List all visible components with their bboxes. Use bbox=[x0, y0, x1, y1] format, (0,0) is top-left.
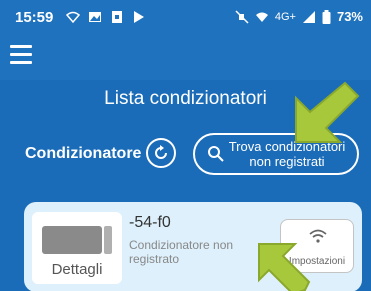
device-card[interactable]: Dettagli -54-f0 Condizionatore non regis… bbox=[24, 202, 362, 291]
mute-icon bbox=[235, 9, 249, 24]
device-list: Dettagli -54-f0 Condizionatore non regis… bbox=[0, 190, 371, 291]
status-bar: 15:59 4G+ 73% bbox=[0, 0, 371, 36]
app-bar bbox=[0, 36, 371, 80]
refresh-icon bbox=[155, 145, 167, 159]
refresh-button[interactable] bbox=[146, 138, 176, 168]
air-conditioner-side bbox=[104, 226, 112, 254]
status-time: 15:59 bbox=[15, 9, 54, 26]
device-status: Condizionatore non registrato bbox=[129, 238, 234, 266]
status-notification-icons bbox=[66, 10, 146, 24]
play-store-icon bbox=[134, 11, 144, 23]
annotation-arrow-find bbox=[295, 81, 360, 143]
details-label: Dettagli bbox=[51, 261, 103, 278]
device-name: -54-f0 bbox=[129, 214, 171, 231]
search-icon bbox=[208, 146, 224, 162]
image-icon bbox=[89, 12, 101, 22]
annotation-arrow-settings bbox=[258, 243, 311, 291]
network-type: 4G+ bbox=[274, 10, 296, 23]
signal-icon bbox=[302, 10, 315, 23]
section-label: Condizionatore bbox=[25, 145, 142, 162]
battery-level: 73% bbox=[336, 9, 363, 24]
wifi-signal-icon bbox=[66, 11, 80, 24]
battery-icon bbox=[322, 9, 331, 24]
hamburger-menu-icon[interactable] bbox=[10, 45, 32, 65]
wifi-icon bbox=[309, 229, 327, 243]
wifi-icon bbox=[255, 12, 268, 22]
sim-icon bbox=[112, 11, 122, 23]
status-system-icons: 4G+ 73% bbox=[235, 9, 363, 24]
details-button[interactable]: Dettagli bbox=[32, 212, 122, 284]
air-conditioner-icon bbox=[42, 226, 102, 254]
